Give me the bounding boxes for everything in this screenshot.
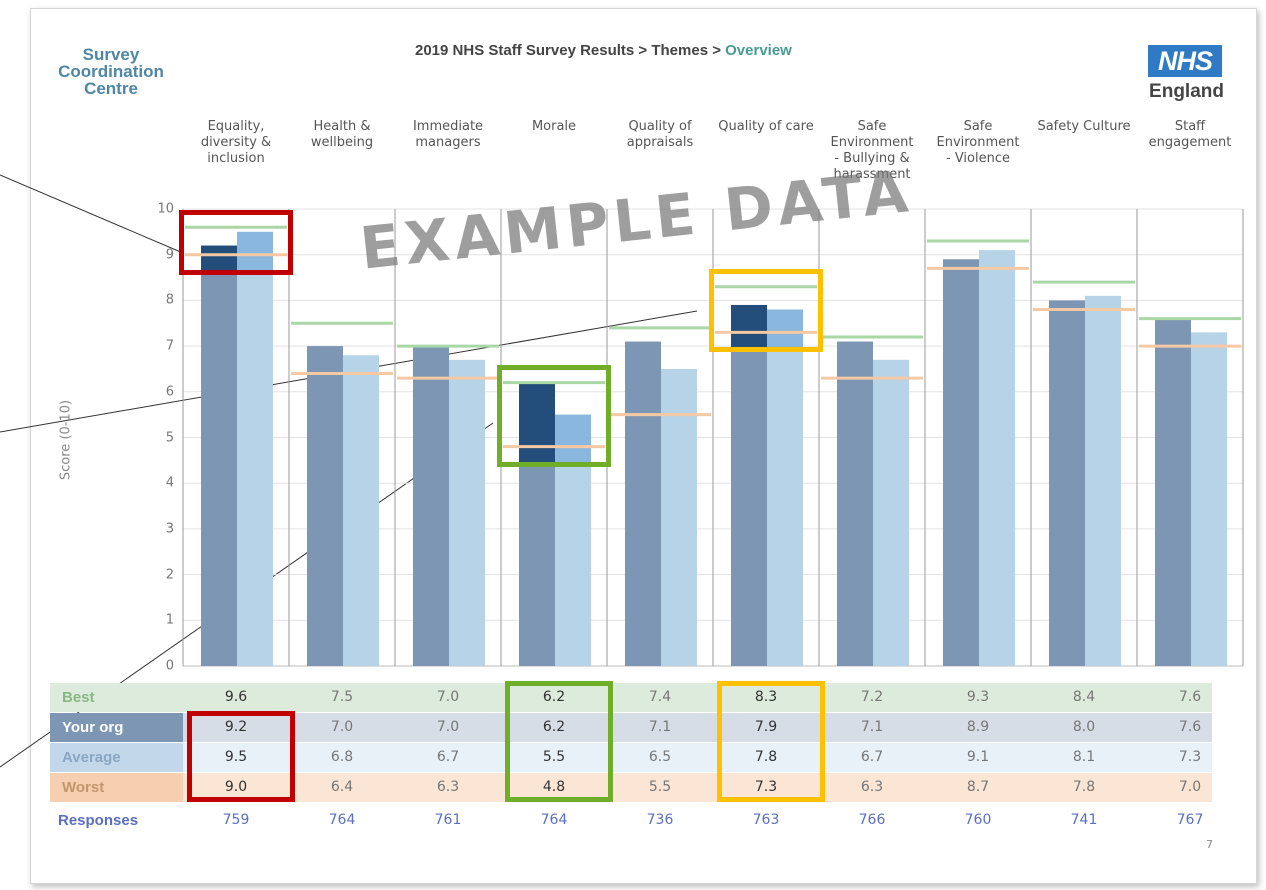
row-label: Worst <box>62 779 105 796</box>
y-tick-label: 4 <box>165 475 174 491</box>
table-cell: 7.4 <box>648 689 672 705</box>
responses-label: Responses <box>58 812 139 829</box>
y-tick-label: 2 <box>165 567 174 583</box>
table-cell: 9.1 <box>966 749 990 765</box>
y-tick-label: 1 <box>165 612 174 628</box>
y-axis-label: Score (0-10) <box>58 399 74 481</box>
table-cell: 9.6 <box>224 689 248 705</box>
bar-average <box>1191 332 1227 666</box>
table-cell: 7.8 <box>1072 779 1096 795</box>
row-label: Best <box>62 689 95 706</box>
bar-your-org <box>1155 318 1191 666</box>
responses-cell: 736 <box>646 812 674 828</box>
bar-your-org <box>837 341 873 666</box>
bar-your-org <box>413 346 449 666</box>
responses-cell: 766 <box>858 812 886 828</box>
chart-highlight-box-green <box>497 364 611 467</box>
table-cell: 6.7 <box>436 749 460 765</box>
table-cell: 6.4 <box>330 779 354 795</box>
bar-average <box>767 309 803 666</box>
responses-cell: 761 <box>434 812 462 828</box>
table-cell: 6.3 <box>436 779 460 795</box>
table-cell: 7.2 <box>860 689 884 705</box>
table-cell: 7.0 <box>436 689 460 705</box>
responses-cell: 764 <box>540 812 568 828</box>
y-tick-label: 5 <box>165 430 174 445</box>
table-cell: 8.9 <box>966 719 990 735</box>
bar-average <box>979 250 1015 666</box>
bar-average <box>873 359 909 666</box>
table-cell: 7.0 <box>1178 779 1202 795</box>
bar-average <box>343 355 379 666</box>
responses-cell: 759 <box>222 812 250 828</box>
bar-your-org <box>201 245 237 666</box>
y-tick-label: 6 <box>165 384 174 400</box>
table-cell: 7.6 <box>1178 689 1202 705</box>
table-cell: 6.5 <box>648 749 672 765</box>
bar-your-org <box>307 346 343 666</box>
table-cell: 5.5 <box>648 779 672 795</box>
bar-average <box>1085 295 1121 666</box>
table-cell: 8.4 <box>1072 689 1096 705</box>
y-tick-label: 0 <box>165 658 174 674</box>
table-cell: 7.0 <box>436 719 460 735</box>
table-highlight-box-red <box>187 711 295 802</box>
table-cell: 7.3 <box>1178 749 1202 765</box>
row-label: Average <box>62 749 121 766</box>
table-cell: 8.1 <box>1072 749 1096 765</box>
table-highlight-box-amber <box>717 681 825 802</box>
table-cell: 6.8 <box>330 749 354 765</box>
responses-cell: 764 <box>328 812 356 828</box>
y-tick-label: 9 <box>165 247 174 263</box>
responses-cell: 767 <box>1176 812 1204 828</box>
bar-your-org <box>731 304 767 666</box>
table-cell: 6.7 <box>860 749 884 765</box>
page-number: 7 <box>1206 838 1213 851</box>
responses-cell: 760 <box>964 812 992 828</box>
table-cell: 7.5 <box>330 689 354 705</box>
table-cell: 7.0 <box>330 719 354 735</box>
bar-average <box>237 231 273 666</box>
chart-highlight-box-red <box>179 209 293 275</box>
row-label: Your org <box>62 719 124 736</box>
bar-your-org <box>625 341 661 666</box>
table-cell: 7.1 <box>860 719 884 735</box>
chart-highlight-box-amber <box>709 268 823 353</box>
bar-your-org <box>943 259 979 666</box>
y-tick-label: 7 <box>165 338 174 354</box>
table-cell: 7.1 <box>648 719 672 735</box>
table-cell: 8.7 <box>966 779 990 795</box>
table-highlight-box-green <box>505 681 613 802</box>
bar-your-org <box>1049 300 1085 666</box>
table-cell: 7.6 <box>1178 719 1202 735</box>
table-cell: 6.3 <box>860 779 884 795</box>
y-tick-label: 8 <box>165 292 174 308</box>
bar-average <box>449 359 485 666</box>
responses-cell: 763 <box>752 812 780 828</box>
y-tick-label: 10 <box>157 201 174 217</box>
table-cell: 9.3 <box>966 689 990 705</box>
y-tick-label: 3 <box>165 521 174 537</box>
responses-cell: 741 <box>1070 812 1098 828</box>
table-cell: 8.0 <box>1072 719 1096 735</box>
